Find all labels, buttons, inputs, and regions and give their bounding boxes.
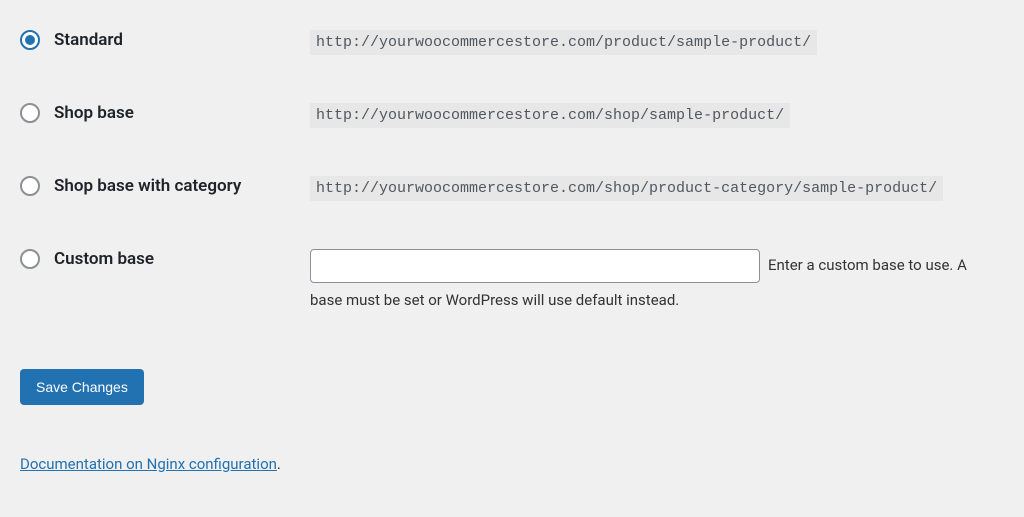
doc-row: Documentation on Nginx configuration. xyxy=(20,455,1004,473)
url-sample-shop-base-category: http://yourwoocommercestore.com/shop/pro… xyxy=(310,176,943,201)
url-sample-shop-base: http://yourwoocommercestore.com/shop/sam… xyxy=(310,103,790,128)
label-custom-base: Custom base xyxy=(54,249,154,269)
permalink-option-standard: Standard http://yourwoocommercestore.com… xyxy=(20,30,1004,55)
permalink-option-shop-base-category: Shop base with category http://yourwooco… xyxy=(20,176,1004,201)
radio-dot-icon xyxy=(25,35,35,45)
radio-shop-base[interactable] xyxy=(20,103,40,123)
custom-base-help-inline: Enter a custom base to use. A xyxy=(768,256,967,274)
url-sample-wrap-standard: http://yourwoocommercestore.com/product/… xyxy=(310,30,1004,55)
url-sample-wrap-shop-base: http://yourwoocommercestore.com/shop/sam… xyxy=(310,103,1004,128)
custom-base-help-below: base must be set or WordPress will use d… xyxy=(310,291,1004,309)
radio-standard[interactable] xyxy=(20,30,40,50)
custom-base-input[interactable] xyxy=(310,249,760,283)
radio-custom-base[interactable] xyxy=(20,249,40,269)
permalink-option-custom-base: Custom base Enter a custom base to use. … xyxy=(20,249,1004,309)
radio-shop-base-category[interactable] xyxy=(20,176,40,196)
radio-label-group-custom-base[interactable]: Custom base xyxy=(20,249,310,269)
permalink-option-shop-base: Shop base http://yourwoocommercestore.co… xyxy=(20,103,1004,128)
label-standard: Standard xyxy=(54,30,123,50)
save-button[interactable]: Save Changes xyxy=(20,369,144,405)
radio-label-group-standard[interactable]: Standard xyxy=(20,30,310,50)
radio-label-group-shop-base[interactable]: Shop base xyxy=(20,103,310,123)
doc-suffix: . xyxy=(277,455,281,473)
custom-base-value-col: Enter a custom base to use. A base must … xyxy=(310,249,1004,309)
url-sample-standard: http://yourwoocommercestore.com/product/… xyxy=(310,30,817,55)
radio-label-group-shop-base-category[interactable]: Shop base with category xyxy=(20,176,310,196)
label-shop-base: Shop base xyxy=(54,103,134,123)
url-sample-wrap-shop-base-category: http://yourwoocommercestore.com/shop/pro… xyxy=(310,176,1004,201)
label-shop-base-category: Shop base with category xyxy=(54,176,241,196)
nginx-doc-link[interactable]: Documentation on Nginx configuration xyxy=(20,455,277,473)
save-row: Save Changes xyxy=(20,369,1004,405)
